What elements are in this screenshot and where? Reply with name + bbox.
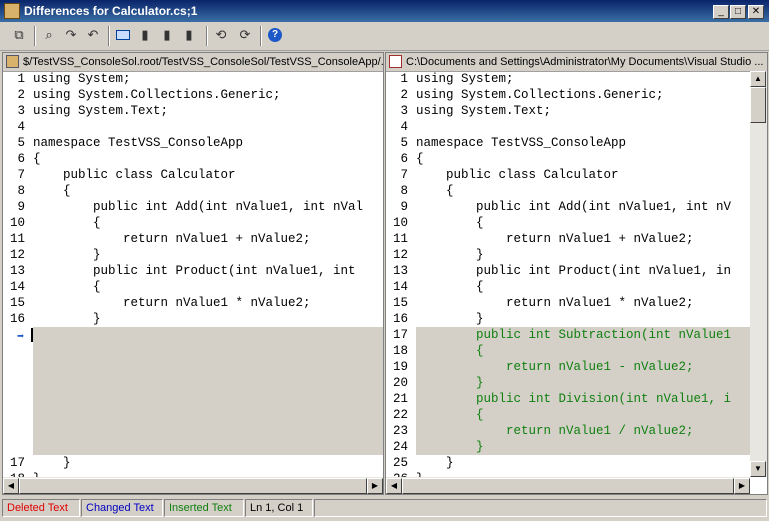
help-icon[interactable]: ? [266, 26, 284, 44]
code-line: 11 return nValue1 + nValue2; [9, 232, 311, 246]
code-line: 9 public int Add(int nValue1, int nV [400, 200, 732, 214]
window-title: Differences for Calculator.cs;1 [24, 4, 198, 18]
right-vertical-scrollbar[interactable]: ▲ ▼ [750, 71, 767, 477]
toolbar-separator [206, 26, 208, 46]
inserted-code-line: 21 public int Division(int nValue1, i [392, 392, 732, 406]
code-line: 7 public class Calculator [400, 168, 619, 182]
toolbar-separator [34, 26, 36, 46]
code-line: 4 [400, 120, 408, 134]
code-line: 1 using System; [400, 72, 514, 86]
left-pane: $/TestVSS_ConsoleSol.root/TestVSS_Consol… [2, 52, 384, 495]
find-previous-icon[interactable]: ↶ [84, 26, 102, 44]
minimize-button[interactable]: _ [713, 5, 729, 19]
cursor-position: Ln 1, Col 1 [245, 499, 313, 517]
code-line: 1 using System; [17, 72, 131, 86]
code-line: 6{ [17, 152, 41, 166]
deleted-text-legend: Deleted Text [2, 499, 80, 517]
code-line: 9 public int Add(int nValue1, int nVal [17, 200, 364, 214]
app-icon [4, 3, 20, 19]
scroll-right-arrow-icon[interactable]: ▶ [734, 478, 750, 494]
find-next-icon[interactable]: ↷ [62, 26, 80, 44]
code-line: 16 } [392, 312, 484, 326]
toolbar-separator [260, 26, 262, 46]
inserted-code-line: 20 } [392, 376, 484, 390]
next-difference-icon[interactable]: ▮ [158, 26, 176, 44]
code-line: 14 { [9, 280, 101, 294]
code-line: 14 { [392, 280, 484, 294]
code-line: 13 public int Product(int nValue1, int [9, 264, 356, 278]
code-line: 17 } [9, 456, 71, 470]
code-line: 12 } [392, 248, 484, 262]
code-line: 3 using System.Text; [17, 104, 169, 118]
changed-text-legend: Changed Text [81, 499, 163, 517]
scroll-up-arrow-icon[interactable]: ▲ [750, 71, 766, 87]
toolbar-separator [108, 26, 110, 46]
inserted-text-legend: Inserted Text [164, 499, 244, 517]
merge-right-icon[interactable]: ⟳ [236, 26, 254, 44]
right-file-path: C:\Documents and Settings\Administrator\… [406, 56, 764, 68]
right-code-view[interactable]: 1 using System; 2 using System.Collections… [386, 71, 750, 477]
scroll-thumb[interactable] [19, 478, 367, 494]
code-line: 5 namespace TestVSS_ConsoleApp [17, 136, 244, 150]
code-line: 2 using System.Collections.Generic; [400, 88, 664, 102]
previous-difference-icon[interactable]: ▮ [136, 26, 154, 44]
code-line: 6{ [400, 152, 424, 166]
code-line: 15 return nValue1 * nValue2; [392, 296, 694, 310]
scroll-down-arrow-icon[interactable]: ▼ [750, 461, 766, 477]
maximize-button[interactable]: □ [730, 5, 746, 19]
right-horizontal-scrollbar[interactable]: ◀ ▶ [386, 477, 750, 494]
code-line: 10 { [392, 216, 484, 230]
code-line: 16 } [9, 312, 101, 326]
code-line: 7 public class Calculator [17, 168, 236, 182]
code-line: 3 using System.Text; [400, 104, 552, 118]
toolbar: ⧉ ⌕ ↷ ↶ ▮ ▮ ▮ ⟲ ⟳ ? [0, 22, 769, 51]
status-panel-empty [314, 499, 767, 517]
left-pane-header: $/TestVSS_ConsoleSol.root/TestVSS_Consol… [3, 53, 383, 72]
close-button[interactable]: ✕ [748, 5, 764, 19]
status-bar: Deleted Text Changed Text Inserted Text … [0, 497, 769, 521]
inserted-code-line: 22 { [392, 408, 484, 422]
diff-placeholder-block [33, 327, 383, 455]
right-pane: C:\Documents and Settings\Administrator\… [385, 52, 768, 495]
source-control-file-icon [6, 55, 19, 68]
title-bar: Differences for Calculator.cs;1 _ □ ✕ [0, 0, 769, 22]
inserted-code-line: 24 } [392, 440, 484, 454]
find-icon[interactable]: ⌕ [40, 26, 58, 44]
left-file-path: $/TestVSS_ConsoleSol.root/TestVSS_Consol… [23, 56, 383, 68]
scroll-thumb[interactable] [402, 478, 734, 494]
inserted-code-line: 19 return nValue1 - nValue2; [392, 360, 694, 374]
code-line: 13 public int Product(int nValue1, in [392, 264, 732, 278]
inserted-code-line: 17 public int Subtraction(int nValue1 [392, 328, 732, 342]
copy-icon[interactable]: ⧉ [10, 26, 28, 44]
code-line: 5 namespace TestVSS_ConsoleApp [400, 136, 627, 150]
code-line: 11 return nValue1 + nValue2; [392, 232, 694, 246]
inserted-code-line: 23 return nValue1 / nValue2; [392, 424, 694, 438]
merge-left-icon[interactable]: ⟲ [212, 26, 230, 44]
left-code-view[interactable]: ➡ 1 using System; 2 using System.Collectio… [3, 71, 383, 477]
left-horizontal-scrollbar[interactable]: ◀ ▶ [3, 477, 383, 494]
compare-options-icon[interactable] [114, 26, 132, 44]
code-line: 4 [17, 120, 25, 134]
code-line: 8 { [400, 184, 454, 198]
code-line: 10 { [9, 216, 101, 230]
code-line: 25 } [392, 456, 454, 470]
text-cursor [31, 328, 33, 342]
scroll-right-arrow-icon[interactable]: ▶ [367, 478, 383, 494]
code-line: 8 { [17, 184, 71, 198]
code-line: 2 using System.Collections.Generic; [17, 88, 281, 102]
scroll-left-arrow-icon[interactable]: ◀ [386, 478, 402, 494]
local-file-icon [389, 55, 402, 68]
scroll-thumb[interactable] [750, 87, 766, 123]
inserted-code-line: 18 { [392, 344, 484, 358]
code-line: 12 } [9, 248, 101, 262]
code-line: 15 return nValue1 * nValue2; [9, 296, 311, 310]
first-difference-icon[interactable]: ▮ [180, 26, 198, 44]
right-pane-header: C:\Documents and Settings\Administrator\… [386, 53, 767, 72]
scroll-left-arrow-icon[interactable]: ◀ [3, 478, 19, 494]
current-line-arrow-icon: ➡ [17, 330, 25, 344]
